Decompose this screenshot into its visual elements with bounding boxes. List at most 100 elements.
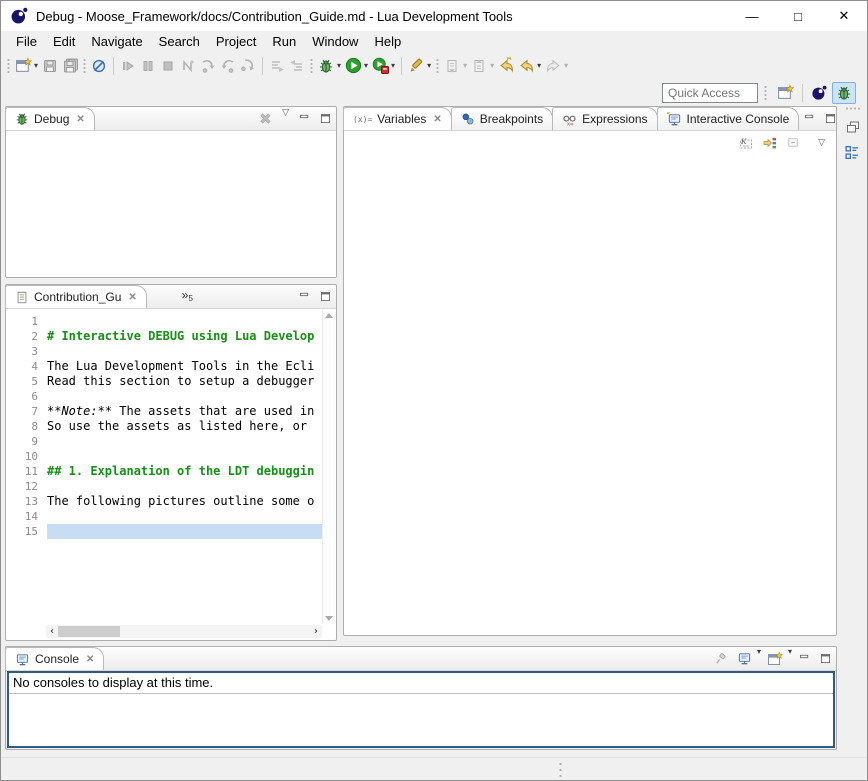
code-area[interactable]: # Interactive DEBUG using Lua Develop Th… <box>45 310 322 624</box>
code-line[interactable]: The Lua Development Tools in the Ecli <box>47 359 322 374</box>
pen-tool-button[interactable] <box>406 55 426 77</box>
scroll-right-icon[interactable]: › <box>310 626 322 637</box>
menu-navigate[interactable]: Navigate <box>83 32 150 51</box>
code-line[interactable]: **Note:** The assets that are used in <box>47 404 322 419</box>
code-line[interactable] <box>47 524 322 539</box>
code-line[interactable]: The following pictures outline some o <box>47 494 322 509</box>
code-line[interactable] <box>47 509 322 524</box>
minimize-window-button[interactable]: — <box>729 1 775 31</box>
more-editors-chevron[interactable]: »5 <box>182 285 193 308</box>
skip-all-breakpoints-button[interactable] <box>89 55 109 77</box>
lua-perspective-button[interactable] <box>808 82 830 104</box>
step-over-button[interactable] <box>218 55 238 77</box>
pin-console-button[interactable] <box>710 647 733 670</box>
last-edit-location-button[interactable] <box>496 55 516 77</box>
save-all-button[interactable] <box>60 55 80 77</box>
save-button[interactable] <box>40 55 60 77</box>
console-content[interactable]: No consoles to display at this time. <box>7 671 835 748</box>
scroll-up-icon[interactable] <box>325 313 333 318</box>
display-selected-console-button[interactable] <box>733 647 756 670</box>
code-line[interactable] <box>47 434 322 449</box>
maximize-window-button[interactable]: □ <box>775 1 821 31</box>
new-wizard-button[interactable] <box>13 55 33 77</box>
code-line[interactable] <box>47 449 322 464</box>
toolbar-drag-handle[interactable] <box>310 58 313 74</box>
drop-to-frame-button[interactable] <box>287 55 307 77</box>
display-selected-console-dropdown[interactable]: ▾ <box>756 647 763 670</box>
forward-button[interactable] <box>543 55 563 77</box>
collapse-all-button[interactable] <box>782 135 805 150</box>
quick-access-input[interactable] <box>662 83 758 103</box>
close-tab-icon[interactable]: ✕ <box>76 114 84 125</box>
toolbar-drag-handle[interactable] <box>436 58 439 74</box>
run-external-tools-dropdown[interactable]: ▾ <box>390 61 397 70</box>
remove-all-terminated-button[interactable] <box>254 107 277 130</box>
maximize-view-button[interactable] <box>315 285 336 308</box>
tab-debug[interactable]: Debug ✕ <box>5 107 95 130</box>
forward-dropdown[interactable]: ▾ <box>563 61 570 70</box>
new-wizard-dropdown[interactable]: ▾ <box>33 61 40 70</box>
previous-annotation-button[interactable] <box>469 55 489 77</box>
tab-interactive-console[interactable]: Interactive Console <box>657 107 800 130</box>
next-annotation-button[interactable] <box>442 55 462 77</box>
menu-file[interactable]: File <box>8 32 45 51</box>
tab-contribution-guide[interactable]: Contribution_Gu ✕ <box>5 285 147 308</box>
use-step-filters-button[interactable] <box>267 55 287 77</box>
step-return-button[interactable] <box>238 55 258 77</box>
menu-run[interactable]: Run <box>264 32 304 51</box>
menu-window[interactable]: Window <box>304 32 366 51</box>
maximize-view-button[interactable] <box>815 647 836 670</box>
view-menu-button[interactable]: ▽ <box>813 137 830 148</box>
pen-tool-dropdown[interactable]: ▾ <box>426 61 433 70</box>
minimize-view-button[interactable] <box>294 285 315 308</box>
code-line[interactable]: So use the assets as listed here, or <box>47 419 322 434</box>
menu-edit[interactable]: Edit <box>45 32 83 51</box>
menu-help[interactable]: Help <box>366 32 409 51</box>
tab-variables[interactable]: (x)= Variables ✕ <box>343 107 452 130</box>
show-logical-structures-button[interactable] <box>758 135 782 151</box>
debug-view-content[interactable] <box>6 131 336 277</box>
code-line[interactable] <box>47 389 322 404</box>
annotation-ruler[interactable] <box>7 310 15 624</box>
vertical-scrollbar[interactable] <box>322 310 335 624</box>
minimize-view-button[interactable] <box>294 107 315 130</box>
run-dropdown[interactable]: ▾ <box>363 61 370 70</box>
back-button[interactable] <box>516 55 536 77</box>
scroll-left-icon[interactable]: ‹ <box>46 626 58 637</box>
previous-annotation-dropdown[interactable]: ▾ <box>489 61 496 70</box>
line-number-gutter[interactable]: 123456789101112131415 <box>15 310 45 624</box>
open-console-dropdown[interactable]: ▾ <box>787 647 794 670</box>
step-into-button[interactable] <box>198 55 218 77</box>
disconnect-button[interactable] <box>178 55 198 77</box>
next-annotation-dropdown[interactable]: ▾ <box>462 61 469 70</box>
restore-views-button[interactable] <box>841 119 865 135</box>
open-perspective-button[interactable] <box>774 82 797 104</box>
minimize-view-button[interactable] <box>794 647 815 670</box>
close-tab-icon[interactable]: ✕ <box>86 654 94 665</box>
run-external-tools-button[interactable] <box>370 55 390 77</box>
strip-drag-handle[interactable] <box>845 107 861 110</box>
suspend-button[interactable] <box>138 55 158 77</box>
code-line[interactable] <box>47 314 322 329</box>
code-line[interactable] <box>47 479 322 494</box>
view-menu-button[interactable]: ▽ <box>277 107 294 130</box>
tab-expressions[interactable]: Expressions <box>552 107 657 130</box>
sash-drag-handle[interactable] <box>559 761 562 779</box>
menu-search[interactable]: Search <box>151 32 208 51</box>
scrollbar-thumb[interactable] <box>58 626 120 637</box>
terminate-button[interactable] <box>158 55 178 77</box>
back-dropdown[interactable]: ▾ <box>536 61 543 70</box>
scroll-down-icon[interactable] <box>325 616 333 621</box>
close-tab-icon[interactable]: ✕ <box>433 114 441 125</box>
open-console-button[interactable] <box>763 647 787 670</box>
close-tab-icon[interactable]: ✕ <box>128 292 136 303</box>
code-line[interactable]: # Interactive DEBUG using Lua Develop <box>47 329 322 344</box>
horizontal-scrollbar[interactable]: ‹ › <box>46 625 322 638</box>
menu-project[interactable]: Project <box>208 32 264 51</box>
toolbar-drag-handle[interactable] <box>83 58 86 74</box>
run-button[interactable] <box>343 55 363 77</box>
toolbar-drag-handle[interactable] <box>764 85 767 101</box>
maximize-view-button[interactable] <box>315 107 336 130</box>
resume-button[interactable] <box>118 55 138 77</box>
minimize-view-button[interactable] <box>799 107 820 130</box>
